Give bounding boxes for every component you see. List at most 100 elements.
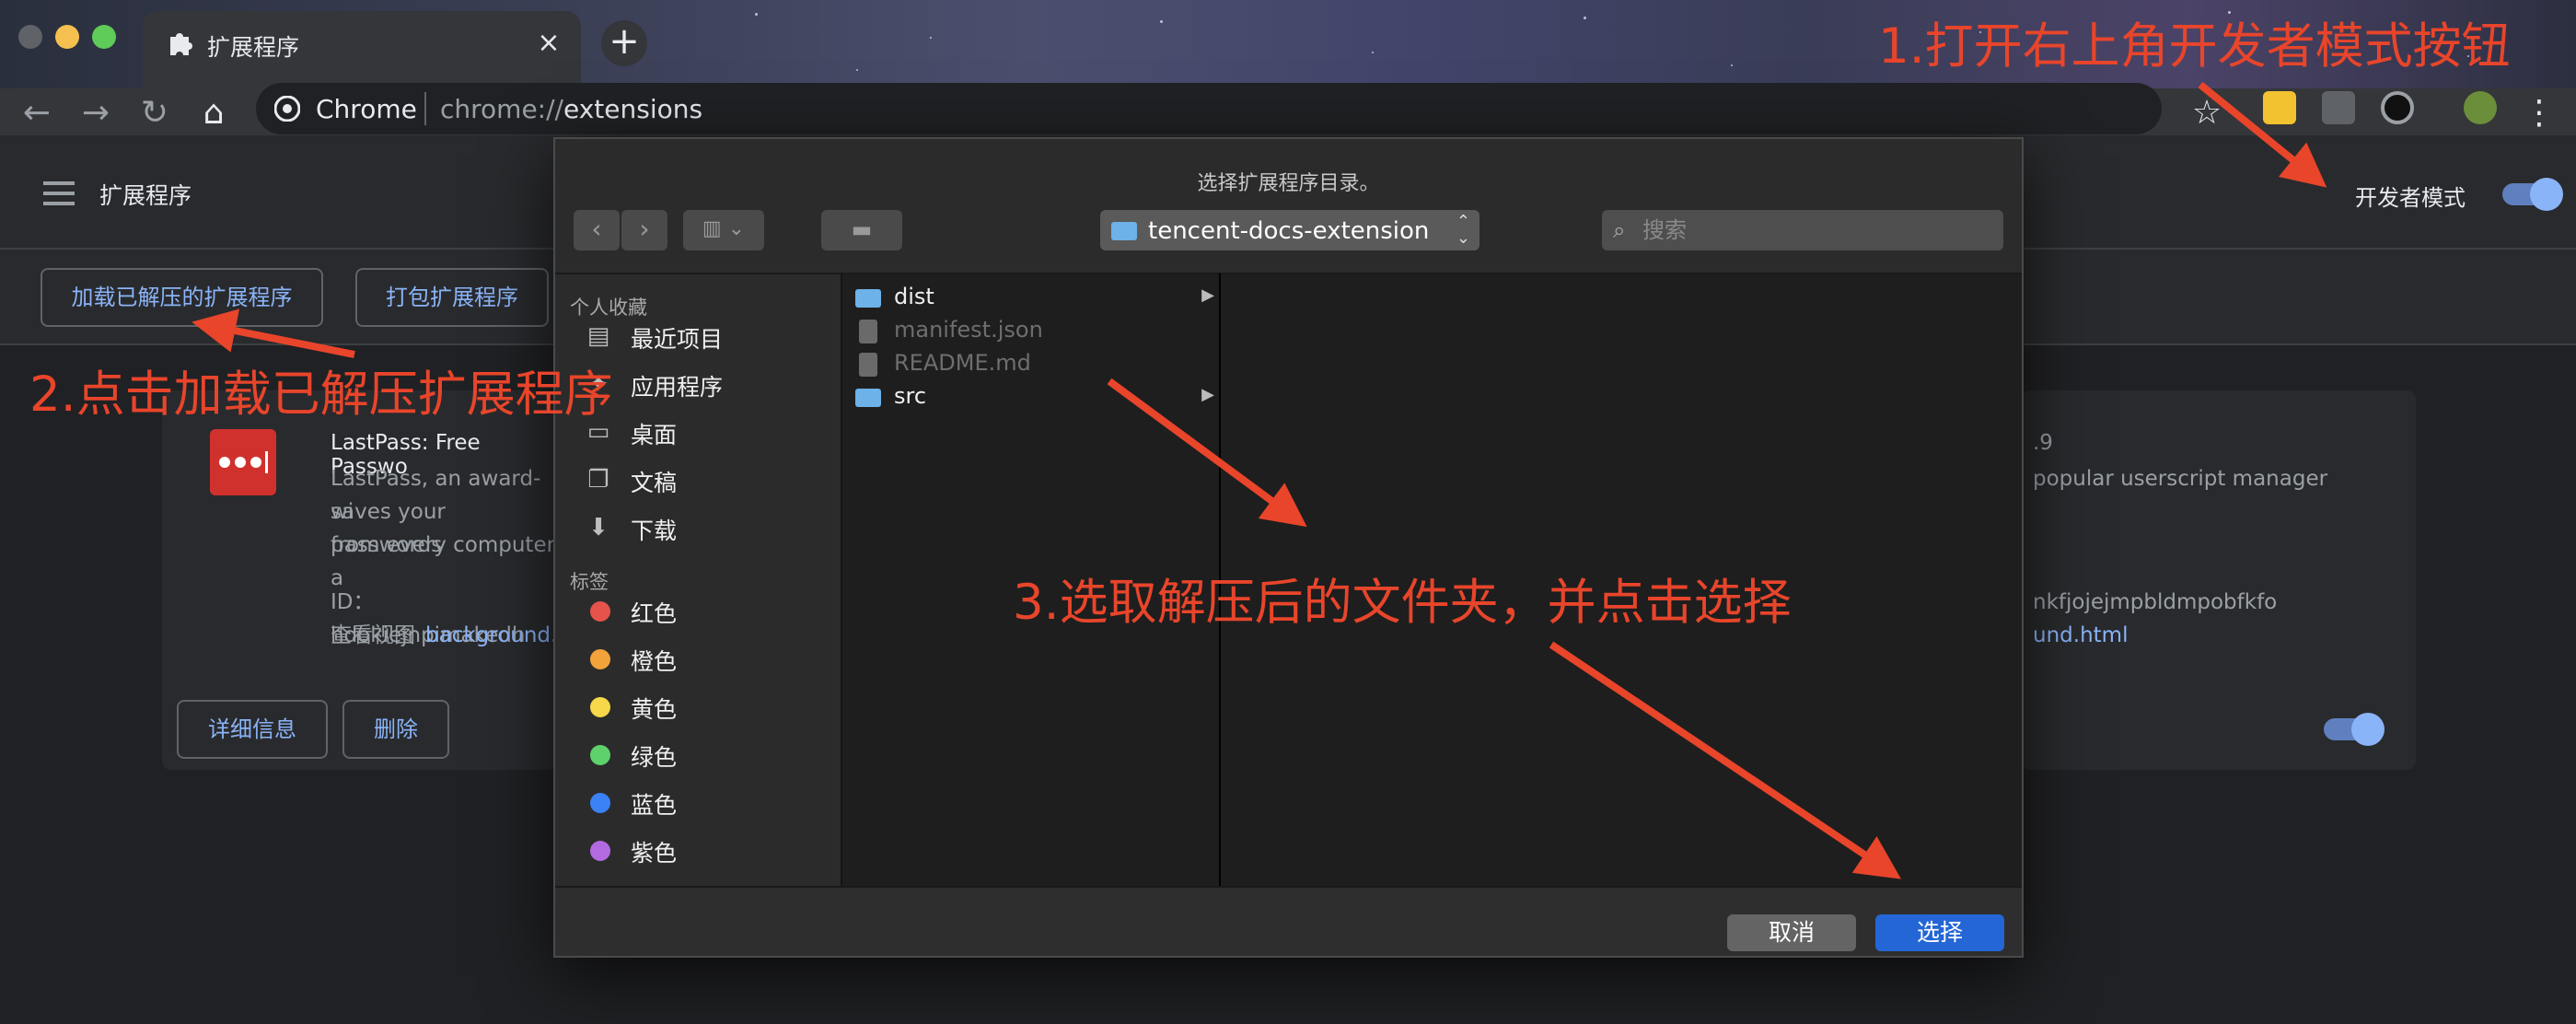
sidebar-tag-orange[interactable]: 橙色 [583,637,831,678]
sidebar-item-label: 蓝色 [631,792,678,819]
green-tag-dot-icon [590,745,610,765]
file-name: src [894,383,927,409]
extension-icon-yellow[interactable] [2263,91,2296,124]
back-arrow-icon[interactable]: ← [17,93,57,134]
documents-icon: ❐ [587,466,609,494]
updown-chevron-icon: ⌃ ⌄ [1456,212,1470,248]
url-path: extensions [563,94,703,124]
document-icon [859,320,877,343]
extension-id: nkfjojejmpbldmpobfkfo [2033,590,2278,614]
extension-enable-toggle[interactable] [2324,713,2385,746]
sidebar-item-label: 应用程序 [631,374,724,401]
sidebar-tag-purple[interactable]: 紫色 [583,829,831,869]
sidebar-item-recents[interactable]: ▤ 最近项目 [583,315,831,355]
downloads-icon: ⬇ [588,514,609,541]
dialog-search: ⌕ [1602,210,2003,250]
tab-title: 扩展程序 [207,34,300,61]
inspect-view-link[interactable]: background.l [425,619,563,652]
annotation-step-3: 3.选取解压后的文件夹，并点击选择 [1013,575,1792,631]
sidebar-item-label: 橙色 [631,648,678,675]
dialog-back-icon[interactable]: ‹ [574,210,620,250]
load-unpacked-button[interactable]: 加载已解压的扩展程序 [41,268,323,327]
disclosure-arrow-icon: ▶ [1201,285,1214,305]
sidebar-item-label: 紫色 [631,840,678,867]
sidebar-item-downloads[interactable]: ⬇ 下载 [583,506,831,547]
browser-menu-icon[interactable]: ⋮ [2519,93,2559,134]
details-button[interactable]: 详细信息 [177,700,328,759]
disclosure-arrow-icon: ▶ [1201,385,1214,404]
extension-card-lastpass: LastPass: Free Passwo LastPass, an award… [162,390,563,770]
sidebar-item-label: 黄色 [631,696,678,723]
search-icon: ⌕ [1613,217,1626,243]
folder-icon [855,289,881,308]
folder-icon [1111,222,1137,240]
reload-icon[interactable]: ↻ [134,93,175,134]
profile-avatar[interactable] [2464,91,2497,124]
sidebar-item-label: 文稿 [631,470,678,496]
red-tag-dot-icon [590,601,610,622]
select-button[interactable]: 选择 [1875,914,2004,951]
bookmark-star-icon[interactable]: ☆ [2187,93,2227,134]
cancel-button[interactable]: 取消 [1727,914,1856,951]
forward-arrow-icon[interactable]: → [75,93,116,134]
sidebar-tag-blue[interactable]: 蓝色 [583,781,831,821]
sidebar-item-desktop[interactable]: ▭ 桌面 [583,411,831,451]
sidebar-item-label: 最近项目 [631,326,724,353]
close-window-button[interactable] [18,25,42,49]
yellow-tag-dot-icon [590,697,610,717]
pack-extension-button[interactable]: 打包扩展程序 [355,268,549,327]
sidebar-item-applications[interactable]: ✦ 应用程序 [583,363,831,403]
inspect-view-link[interactable]: und.html [2033,619,2128,652]
sidebar-item-label: 桌面 [631,422,678,448]
url-text: chrome://extensions [440,94,702,124]
file-row-src[interactable]: src ▶ [855,381,1214,413]
new-folder-icon[interactable]: ▬ [821,210,902,250]
recents-icon: ▤ [586,322,610,350]
tab-extensions[interactable]: 扩展程序 × [143,11,581,88]
inspect-views-label: 查看视图 [331,623,415,647]
folder-icon [855,389,881,407]
orange-tag-dot-icon [590,649,610,669]
sidebar-item-label: 绿色 [631,744,678,771]
developer-mode-toggle[interactable] [2502,178,2563,211]
zoom-window-button[interactable] [92,25,116,49]
remove-button[interactable]: 删除 [342,700,449,759]
purple-tag-dot-icon [590,841,610,861]
dialog-title: 选择扩展程序目录。 [1197,172,1380,195]
minimize-window-button[interactable] [55,25,79,49]
sidebar-item-label: 红色 [631,600,678,627]
extension-icon-circle[interactable] [2381,91,2414,124]
blue-tag-dot-icon [590,793,610,813]
annotation-step-1: 1.打开右上角开发者模式按钮 [1878,18,2511,75]
sidebar-tag-yellow[interactable]: 黄色 [583,685,831,726]
location-popup[interactable]: tencent-docs-extension ⌃ ⌄ [1100,210,1479,250]
select-directory-dialog: 选择扩展程序目录。 ‹ › ▥ ⌄ ▬ tencent-docs-extensi… [553,137,2024,958]
sidebar-tag-red[interactable]: 红色 [583,589,831,630]
file-name: manifest.json [894,317,1043,343]
file-row-dist[interactable]: dist ▶ [855,282,1214,313]
search-input[interactable] [1642,210,1992,250]
sidebar-item-label: 下载 [631,518,678,544]
site-origin-label: Chrome [316,94,417,124]
sidebar-tag-green[interactable]: 绿色 [583,733,831,774]
file-row-readme: README.md [855,348,1214,379]
page-title: 扩展程序 [99,182,192,209]
sidebar-item-documents[interactable]: ❐ 文稿 [583,459,831,499]
extension-description-line: popular userscript manager [2033,467,2328,491]
home-icon[interactable]: ⌂ [193,93,234,134]
new-tab-button[interactable]: + [601,20,647,66]
lastpass-logo-icon [210,429,276,495]
file-row-manifest: manifest.json [855,315,1214,346]
location-name: tencent-docs-extension [1148,217,1430,245]
dialog-forward-icon[interactable]: › [621,210,667,250]
annotation-step-2: 2.点击加载已解压扩展程序 [29,367,613,423]
view-options-icon[interactable]: ▥ ⌄ [683,210,764,250]
developer-mode-label: 开发者模式 [2355,185,2466,211]
browser-window: 扩展程序 × + ← → ↻ ⌂ Chrome chrome://extensi… [0,0,2576,1024]
chrome-logo-icon [274,96,300,122]
address-bar[interactable]: Chrome chrome://extensions [256,83,2162,134]
hamburger-menu-icon[interactable] [43,181,75,205]
extension-version: .9 [2033,431,2053,455]
extension-icon-glasses[interactable] [2322,91,2355,124]
close-tab-icon[interactable]: × [533,28,564,59]
